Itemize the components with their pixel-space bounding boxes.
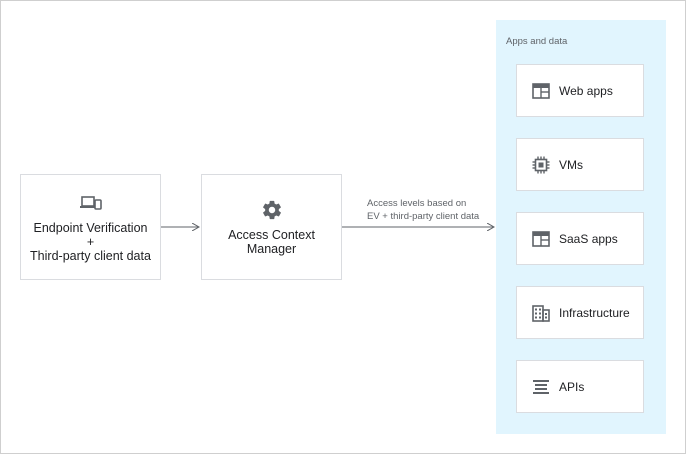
acm-label-line1: Access Context xyxy=(228,228,315,242)
apis-label: APIs xyxy=(559,379,585,394)
saas-apps-label: SaaS apps xyxy=(559,231,618,246)
devices-icon xyxy=(79,191,102,215)
edge-label: Access levels based on EV + third-party … xyxy=(367,197,479,223)
infrastructure-card: Infrastructure xyxy=(516,286,644,339)
apis-card: APIs xyxy=(516,360,644,413)
panel-title: Apps and data xyxy=(506,36,568,47)
endpoint-verification-node: Endpoint Verification + Third-party clie… xyxy=(20,174,161,280)
plus-label: + xyxy=(86,235,95,249)
apps-and-data-panel: Apps and data Web apps VMs SaaS apps Inf… xyxy=(496,20,666,434)
acm-label-line2: Manager xyxy=(246,242,297,256)
web-apps-label: Web apps xyxy=(559,83,613,98)
lines-icon xyxy=(531,377,551,397)
endpoint-verification-label: Endpoint Verification xyxy=(33,221,148,235)
edge-label-line2: EV + third-party client data xyxy=(367,211,480,222)
infrastructure-label: Infrastructure xyxy=(559,305,630,320)
vms-card: VMs xyxy=(516,138,644,191)
access-context-manager-node: Access Context Manager xyxy=(201,174,342,280)
vms-label: VMs xyxy=(559,157,583,172)
gear-icon xyxy=(261,198,283,222)
web-apps-card: Web apps xyxy=(516,64,644,117)
building-icon xyxy=(531,303,551,323)
browser-window-icon xyxy=(531,229,551,249)
saas-apps-card: SaaS apps xyxy=(516,212,644,265)
browser-window-icon xyxy=(531,81,551,101)
chip-icon xyxy=(531,155,551,175)
third-party-label: Third-party client data xyxy=(30,249,151,263)
edge-label-line1: Access levels based on xyxy=(367,198,467,209)
